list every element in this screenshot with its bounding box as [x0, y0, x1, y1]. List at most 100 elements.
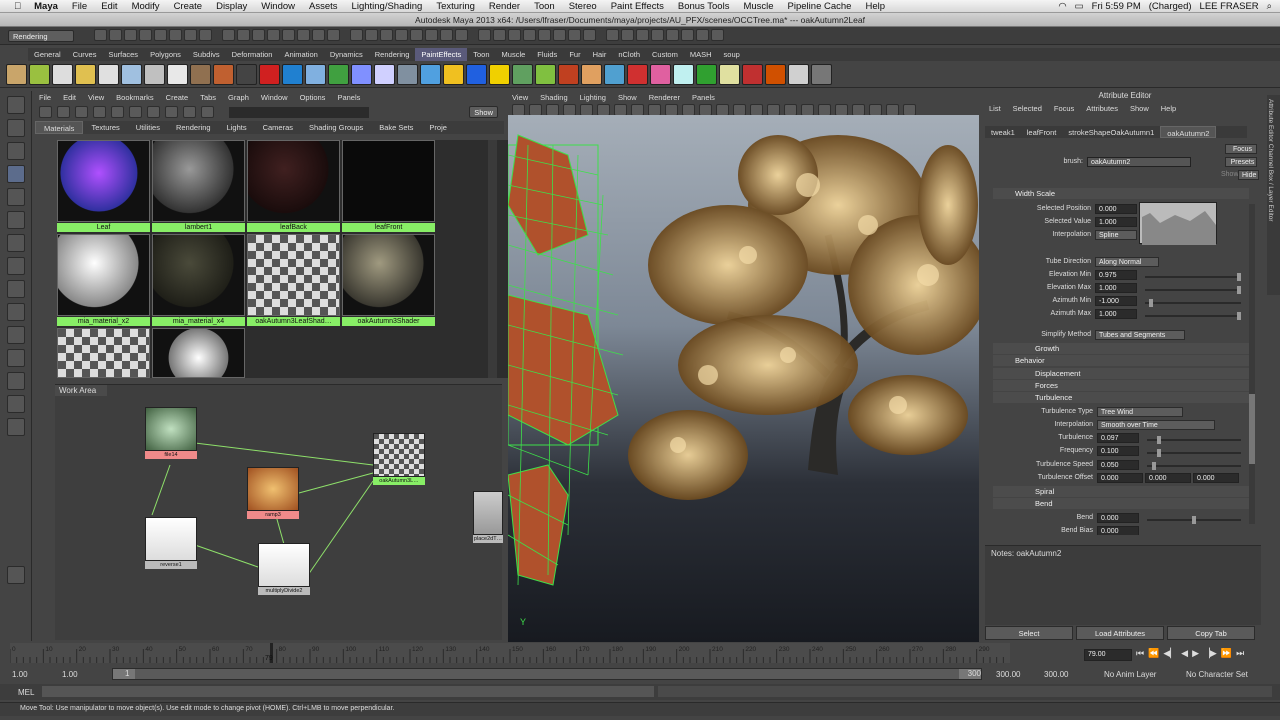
status-line-icon[interactable]	[380, 28, 393, 41]
viewport-menu-shading[interactable]: Shading	[540, 92, 568, 104]
presets-button[interactable]: Presets	[1225, 157, 1257, 167]
material-swatch[interactable]	[57, 140, 150, 222]
paint-effects-brush-icon[interactable]	[558, 63, 579, 85]
bend-bias-field[interactable]: 0.000	[1097, 526, 1139, 535]
status-line-icon[interactable]	[523, 28, 536, 41]
paint-effects-brush-icon[interactable]	[604, 63, 625, 85]
mac-menu-muscle[interactable]: Muscle	[736, 1, 780, 12]
paint-effects-brush-icon[interactable]	[236, 63, 257, 85]
shelf-tab-dynamics[interactable]: Dynamics	[324, 48, 369, 61]
status-line-icon[interactable]	[199, 28, 212, 41]
go-start-icon[interactable]: ⏮	[1136, 648, 1144, 659]
material-swatch[interactable]	[152, 328, 245, 378]
material-swatch[interactable]	[342, 234, 435, 316]
hypershade-menu-graph[interactable]: Graph	[228, 92, 249, 104]
turbulence-field[interactable]: 0.097	[1097, 433, 1139, 443]
hypershade-tab-proje[interactable]: Proje	[421, 121, 455, 134]
spotlight-icon[interactable]: ⌕	[1267, 1, 1272, 12]
mac-menu-modify[interactable]: Modify	[125, 1, 167, 12]
viewport-menu-lighting[interactable]: Lighting	[580, 92, 606, 104]
hypershade-tab-textures[interactable]: Textures	[83, 121, 127, 134]
hypershade-tab-bake-sets[interactable]: Bake Sets	[371, 121, 421, 134]
load-attributes-button[interactable]: Load Attributes	[1076, 626, 1164, 640]
ae-tab-leaffront[interactable]: leafFront	[1021, 126, 1063, 138]
character-set-dropdown[interactable]: No Character Set	[1186, 670, 1248, 679]
azimuth-min-slider[interactable]	[1145, 299, 1241, 307]
mac-menu-render[interactable]: Render	[482, 1, 527, 12]
simplify-method-dropdown[interactable]: Tubes and Segments	[1095, 330, 1185, 340]
paint-effects-brush-icon[interactable]	[581, 63, 602, 85]
brush-field[interactable]: oakAutumn2	[1087, 157, 1191, 167]
ae-menu-help[interactable]: Help	[1161, 103, 1176, 115]
section-behavior[interactable]: Behavior	[993, 355, 1249, 366]
status-line-icon[interactable]	[425, 28, 438, 41]
layout-outliner-icon[interactable]	[7, 395, 25, 413]
frequency-field[interactable]: 0.100	[1097, 446, 1139, 456]
mac-menu-create[interactable]: Create	[167, 1, 210, 12]
layout-hypershade-icon[interactable]	[7, 418, 25, 436]
paint-effects-brush-icon[interactable]	[351, 63, 372, 85]
ae-menu-focus[interactable]: Focus	[1054, 103, 1074, 115]
mac-menu-toon[interactable]: Toon	[527, 1, 562, 12]
azimuth-min-field[interactable]: -1.000	[1095, 296, 1137, 306]
select-tool-icon[interactable]	[7, 96, 25, 114]
start-time-field[interactable]: 1.00	[12, 670, 28, 679]
material-swatch[interactable]	[247, 140, 340, 222]
elevation-min-slider[interactable]	[1145, 273, 1241, 281]
paint-effects-brush-icon[interactable]	[650, 63, 671, 85]
select-button[interactable]: Select	[985, 626, 1073, 640]
copy-tab-button[interactable]: Copy Tab	[1167, 626, 1255, 640]
current-frame-field[interactable]: 79.00	[1084, 649, 1132, 661]
turbulence-offset-y[interactable]: 0.000	[1145, 473, 1191, 483]
status-line-icon[interactable]	[237, 28, 250, 41]
end-time-field[interactable]: 300.00	[1044, 670, 1068, 679]
viewport-menu-renderer[interactable]: Renderer	[649, 92, 680, 104]
shelf-tab-fluids[interactable]: Fluids	[531, 48, 563, 61]
rotate-tool-icon[interactable]	[7, 188, 25, 206]
status-line-icon[interactable]	[139, 28, 152, 41]
status-line-icon[interactable]	[94, 28, 107, 41]
status-line-icon[interactable]	[267, 28, 280, 41]
paint-effects-brush-icon[interactable]	[213, 63, 234, 85]
paint-effects-brush-icon[interactable]	[742, 63, 763, 85]
shelf-tab-curves[interactable]: Curves	[67, 48, 103, 61]
mac-menu-edit[interactable]: Edit	[94, 1, 124, 12]
status-line-icon[interactable]	[636, 28, 649, 41]
paint-effects-brush-icon[interactable]	[121, 63, 142, 85]
paint-effects-brush-icon[interactable]	[696, 63, 717, 85]
paint-effects-brush-icon[interactable]	[305, 63, 326, 85]
shader-node[interactable]: reverse1	[145, 517, 197, 577]
selected-value-field[interactable]: 1.000	[1095, 217, 1137, 227]
ae-menu-selected[interactable]: Selected	[1013, 103, 1042, 115]
section-turbulence[interactable]: Turbulence	[993, 392, 1249, 403]
manipulator-icon[interactable]	[7, 234, 25, 252]
command-input[interactable]	[42, 686, 654, 697]
mac-menu-display[interactable]: Display	[209, 1, 254, 12]
section-bend[interactable]: Bend	[993, 498, 1249, 509]
status-line-icon[interactable]	[681, 28, 694, 41]
status-line-icon[interactable]	[184, 28, 197, 41]
shelf-tab-toon[interactable]: Toon	[467, 48, 495, 61]
soft-mod-icon[interactable]	[7, 257, 25, 275]
shelf-tab-muscle[interactable]: Muscle	[496, 48, 532, 61]
focus-button[interactable]: Focus	[1225, 144, 1257, 154]
paint-effects-brush-icon[interactable]	[6, 63, 27, 85]
section-displacement[interactable]: Displacement	[993, 368, 1249, 379]
shader-node[interactable]: oakAutumn3L…	[373, 433, 425, 493]
status-line-icon[interactable]	[621, 28, 634, 41]
material-swatch[interactable]	[342, 140, 435, 222]
play-forward-icon[interactable]: ▶	[1192, 648, 1199, 659]
step-back-key-icon[interactable]: ⏪	[1148, 648, 1159, 659]
hypershade-search[interactable]	[229, 106, 369, 118]
lasso-tool-icon[interactable]	[7, 119, 25, 137]
play-back-icon[interactable]: ◀	[1181, 648, 1188, 659]
paint-effects-brush-icon[interactable]	[190, 63, 211, 85]
status-line-icon[interactable]	[493, 28, 506, 41]
paint-effects-brush-icon[interactable]	[98, 63, 119, 85]
ae-menu-show[interactable]: Show	[1130, 103, 1149, 115]
mac-menu-assets[interactable]: Assets	[302, 1, 345, 12]
battery-icon[interactable]: ▭	[1075, 1, 1084, 12]
viewport-menu-panels[interactable]: Panels	[692, 92, 715, 104]
paint-effects-brush-icon[interactable]	[397, 63, 418, 85]
status-line-icon[interactable]	[124, 28, 137, 41]
